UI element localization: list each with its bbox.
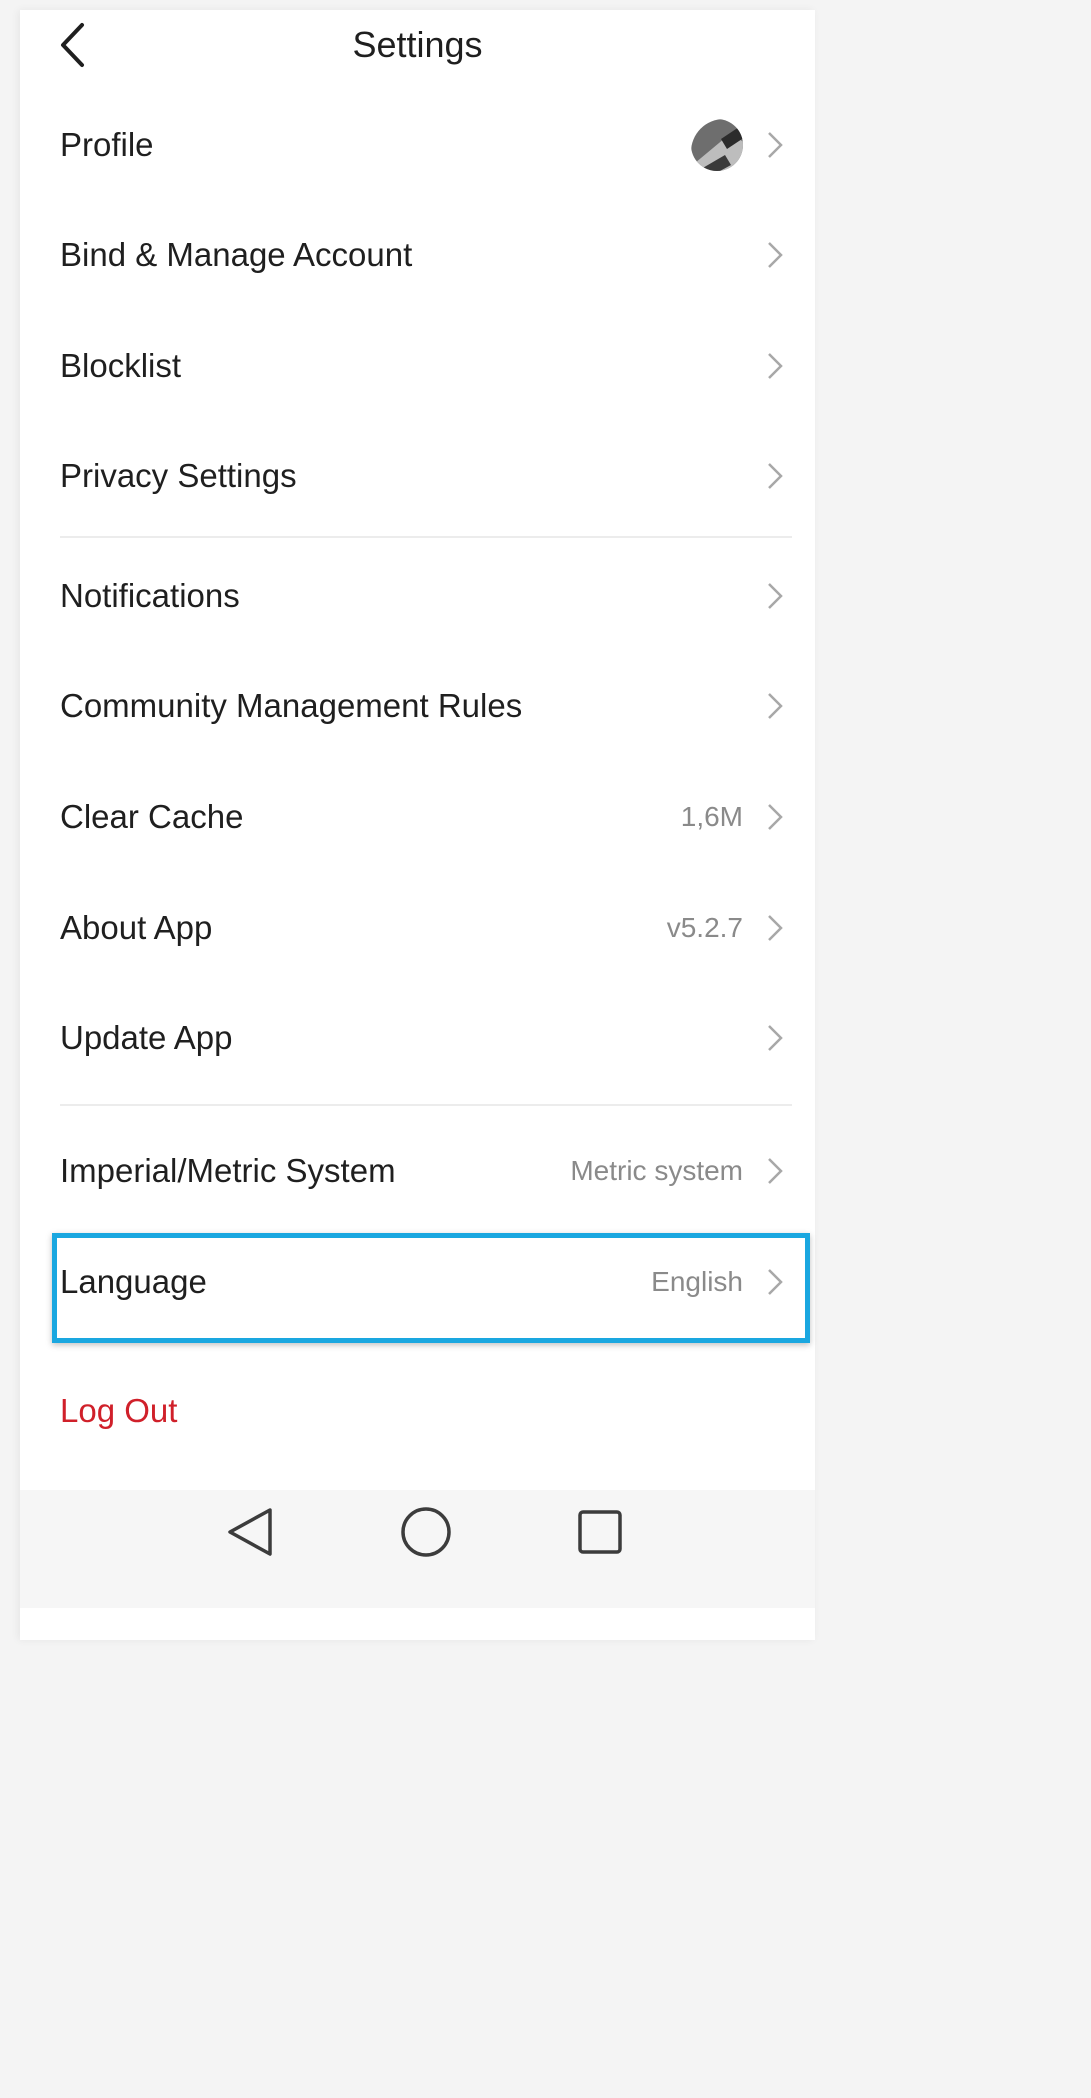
- chevron-right-icon: [761, 456, 789, 496]
- chevron-right-icon: [761, 908, 789, 948]
- chevron-right-icon: [761, 576, 789, 616]
- settings-item-label: Profile: [60, 126, 154, 163]
- nav-back-button[interactable]: [210, 1492, 290, 1572]
- page-title: Settings: [352, 24, 483, 65]
- settings-item-label: Language: [60, 1263, 207, 1300]
- nav-home-button[interactable]: [386, 1492, 466, 1572]
- square-recent-icon: [578, 1510, 622, 1554]
- settings-item-label: Community Management Rules: [60, 687, 523, 724]
- settings-item-label: Update App: [60, 1019, 233, 1056]
- cache-size-value: 1,6M: [680, 801, 743, 832]
- chevron-right-icon: [761, 125, 789, 165]
- settings-item-label: Blocklist: [60, 347, 182, 384]
- triangle-back-icon: [228, 1508, 272, 1556]
- version-value: v5.2.7: [666, 912, 743, 943]
- avatar: [691, 119, 743, 171]
- settings-item-label: Notifications: [60, 577, 240, 614]
- chevron-right-icon: [761, 235, 789, 275]
- language-value: English: [651, 1266, 743, 1297]
- chevron-right-icon: [761, 686, 789, 726]
- chevron-right-icon: [761, 1262, 789, 1302]
- settings-item-label: Bind & Manage Account: [60, 236, 413, 273]
- logout-button[interactable]: Log Out: [60, 1392, 177, 1430]
- chevron-right-icon: [761, 797, 789, 837]
- system-navigation-bar: [20, 1490, 815, 1608]
- settings-item-label: Privacy Settings: [60, 457, 297, 494]
- unit-system-value: Metric system: [570, 1155, 743, 1186]
- settings-item-label: About App: [60, 909, 213, 946]
- chevron-right-icon: [761, 1018, 789, 1058]
- chevron-right-icon: [761, 346, 789, 386]
- nav-recent-apps-button[interactable]: [560, 1492, 640, 1572]
- settings-item-language[interactable]: Language English: [20, 1208, 815, 1356]
- settings-item-label: Imperial/Metric System: [60, 1152, 396, 1189]
- settings-screen: Settings Profile Bind & Manage Account B…: [20, 10, 815, 1640]
- circle-home-icon: [401, 1507, 451, 1557]
- settings-item-update[interactable]: Update App: [20, 964, 815, 1112]
- settings-item-label: Clear Cache: [60, 798, 244, 835]
- chevron-right-icon: [761, 1151, 789, 1191]
